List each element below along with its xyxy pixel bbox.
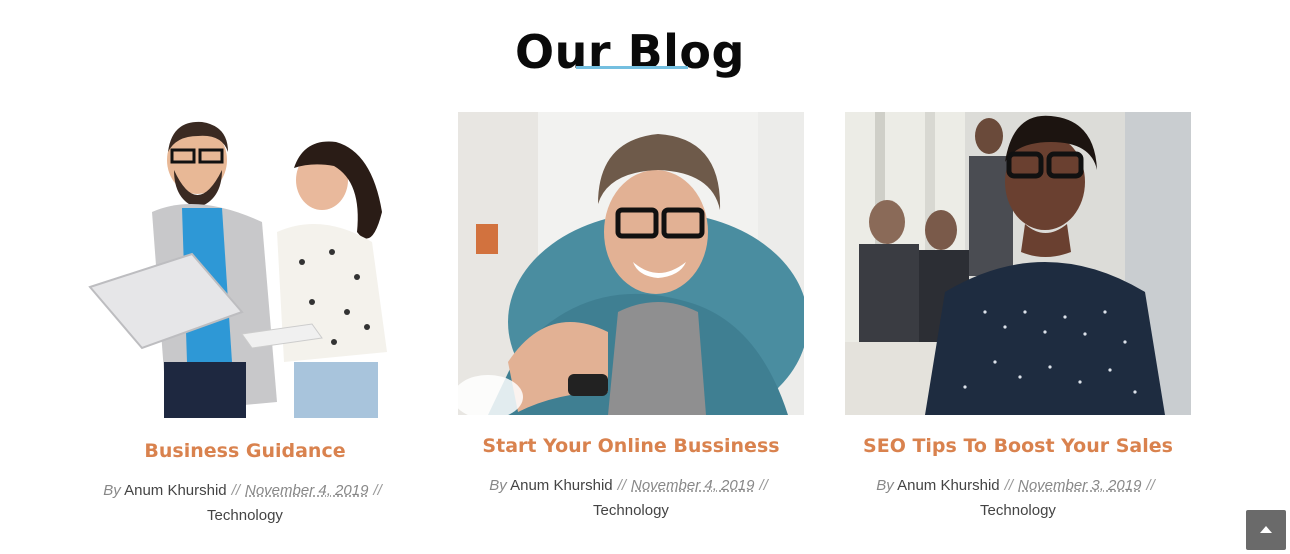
post-category-link[interactable]: Technology (72, 503, 418, 528)
businesswoman-in-office-photo[interactable] (845, 112, 1191, 415)
meta-separator: // (1146, 477, 1155, 494)
section-title: Our Blog (515, 24, 745, 79)
post-title-link[interactable]: Business Guidance (72, 440, 418, 462)
two-people-with-laptop-photo[interactable] (72, 112, 418, 418)
post-category-link[interactable]: Technology (458, 498, 804, 523)
blog-card: Start Your Online Bussiness By Anum Khur… (458, 112, 804, 523)
post-by-label: By (103, 482, 121, 499)
post-category-link[interactable]: Technology (845, 498, 1191, 523)
title-underline (576, 66, 688, 69)
meta-separator: // (1004, 477, 1013, 494)
meta-separator: // (759, 477, 768, 494)
post-meta: By Anum Khurshid//November 4, 2019// Tec… (458, 473, 804, 523)
meta-separator: // (617, 477, 626, 494)
blog-card: Business Guidance By Anum Khurshid//Nove… (72, 112, 418, 528)
post-title-link[interactable]: SEO Tips To Boost Your Sales (845, 435, 1191, 457)
meta-separator: // (231, 482, 240, 499)
post-date-link[interactable]: November 4, 2019 (631, 477, 754, 494)
post-by-label: By (876, 477, 894, 494)
post-meta: By Anum Khurshid//November 3, 2019// Tec… (845, 473, 1191, 523)
post-by-label: By (489, 477, 507, 494)
chevron-up-icon (1260, 526, 1272, 533)
post-author-link[interactable]: Anum Khurshid (124, 482, 227, 499)
post-date-link[interactable]: November 4, 2019 (245, 482, 368, 499)
blog-card: SEO Tips To Boost Your Sales By Anum Khu… (845, 112, 1191, 523)
post-author-link[interactable]: Anum Khurshid (897, 477, 1000, 494)
smiling-man-with-glasses-photo[interactable] (458, 112, 804, 415)
scroll-to-top-button[interactable] (1246, 510, 1286, 550)
post-date-link[interactable]: November 3, 2019 (1018, 477, 1141, 494)
post-author-link[interactable]: Anum Khurshid (510, 477, 613, 494)
post-meta: By Anum Khurshid//November 4, 2019// Tec… (72, 478, 418, 528)
post-title-link[interactable]: Start Your Online Bussiness (458, 435, 804, 457)
meta-separator: // (373, 482, 382, 499)
